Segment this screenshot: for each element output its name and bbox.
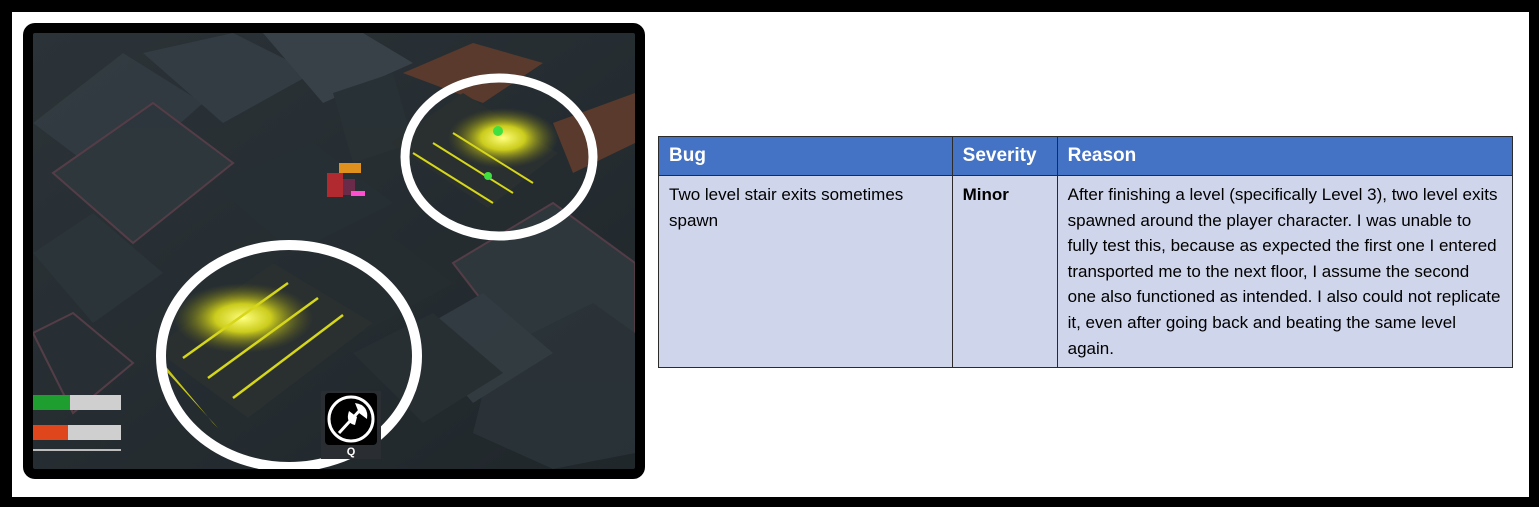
slide-canvas: Q Bug Severity Reason Two level stair ex… xyxy=(12,12,1529,497)
ability-slot[interactable]: Q xyxy=(321,391,381,459)
health-bar xyxy=(33,395,121,410)
header-bug: Bug xyxy=(658,136,953,176)
stamina-bar xyxy=(33,425,121,440)
ability-hotkey-label: Q xyxy=(346,446,356,458)
header-reason: Reason xyxy=(1056,136,1514,176)
game-viewport: Q xyxy=(33,33,635,469)
health-bar-fill xyxy=(33,395,70,410)
table-header-row: Bug Severity Reason xyxy=(658,136,1514,176)
game-screenshot-panel: Q xyxy=(23,23,645,479)
table-row: Two level stair exits sometimes spawn Mi… xyxy=(658,174,1514,369)
axe-icon xyxy=(325,393,377,445)
stamina-bar-fill xyxy=(33,425,69,440)
header-severity: Severity xyxy=(951,136,1058,176)
hud-divider xyxy=(33,449,121,451)
cell-bug: Two level stair exits sometimes spawn xyxy=(658,174,953,369)
cell-reason: After finishing a level (specifically Le… xyxy=(1056,174,1514,369)
bug-report-table: Bug Severity Reason Two level stair exit… xyxy=(658,136,1514,369)
slide-frame: Q Bug Severity Reason Two level stair ex… xyxy=(0,0,1539,507)
cell-severity: Minor xyxy=(951,174,1058,369)
